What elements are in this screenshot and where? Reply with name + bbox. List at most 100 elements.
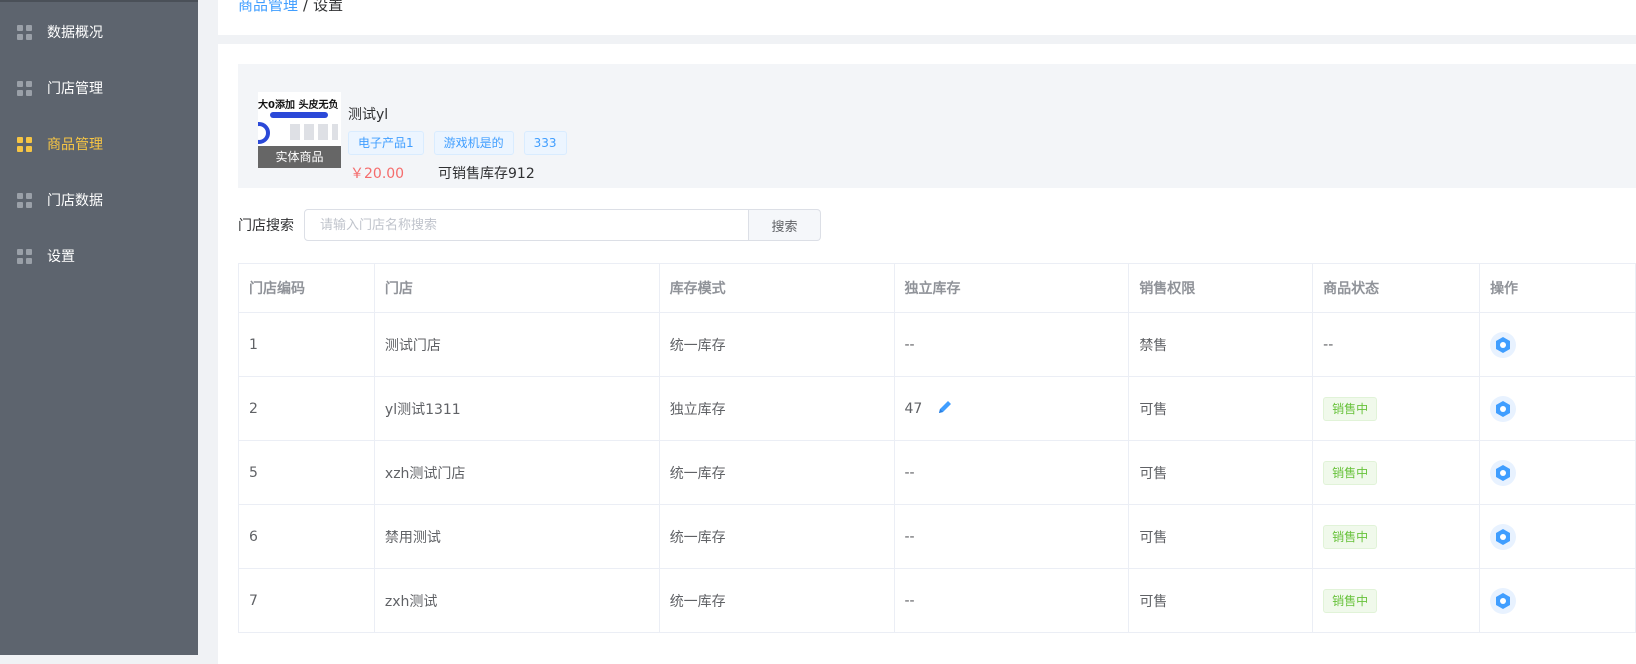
breadcrumb-current: 设置 <box>313 0 344 14</box>
cell-stock-mode: 统一库存 <box>658 504 895 569</box>
product-tags: 电子产品1 游戏机是的 333 <box>348 131 567 155</box>
cell-stock-mode: 统一库存 <box>658 568 895 633</box>
breadcrumb-link-product-management[interactable]: 商品管理 <box>238 0 298 14</box>
breadcrumb-separator: / <box>303 0 309 14</box>
grid-icon <box>17 80 32 96</box>
sidebar-item-store-management[interactable]: 门店管理 <box>0 60 198 116</box>
cell-code: 6 <box>238 504 375 569</box>
settings-hexagon-icon[interactable] <box>1490 523 1517 550</box>
sidebar-item-settings[interactable]: 设置 <box>0 228 198 284</box>
sidebar-item-label: 商品管理 <box>47 137 103 153</box>
column-header-actions: 操作 <box>1479 263 1636 313</box>
edit-pencil-icon[interactable] <box>937 399 953 419</box>
sidebar-item-label: 门店数据 <box>47 193 103 209</box>
cell-product-status: 销售中 <box>1312 440 1481 505</box>
sidebar-item-store-data[interactable]: 门店数据 <box>0 172 198 228</box>
independent-stock-value: 47 <box>904 400 923 417</box>
table-row: 6 禁用测试 统一库存 -- 可售 销售中 <box>238 504 1636 569</box>
settings-hexagon-icon[interactable] <box>1490 587 1517 614</box>
product-tag: 电子产品1 <box>348 131 424 155</box>
cell-actions <box>1479 312 1636 377</box>
thumbnail-banner <box>270 112 328 118</box>
settings-hexagon-icon[interactable] <box>1490 331 1517 358</box>
cell-actions <box>1479 376 1636 441</box>
product-sellable-stock: 可销售库存912 <box>438 166 535 182</box>
column-header-stock-mode: 库存模式 <box>658 263 895 313</box>
cell-code: 1 <box>238 312 375 377</box>
product-price: ￥20.00 <box>350 166 405 182</box>
sidebar-top-divider <box>0 0 198 2</box>
product-thumbnail: 大0添加 头皮无负 实体商品 <box>258 92 341 168</box>
cell-sales-permission: 可售 <box>1128 504 1314 569</box>
thumbnail-text: 大0添加 头皮无负 <box>258 100 339 111</box>
sidebar: 数据概况 门店管理 商品管理 门店数据 设置 <box>0 0 198 655</box>
column-header-independent-stock: 独立库存 <box>893 263 1130 313</box>
cell-store: 测试门店 <box>373 312 660 377</box>
cell-stock-mode: 统一库存 <box>658 440 895 505</box>
table-row: 5 xzh测试门店 统一库存 -- 可售 销售中 <box>238 440 1636 505</box>
cell-independent-stock: 47 <box>893 376 1130 441</box>
status-badge: 销售中 <box>1323 396 1378 421</box>
cell-independent-stock: -- <box>893 504 1130 569</box>
status-badge: 销售中 <box>1323 588 1378 613</box>
cell-independent-stock: -- <box>893 568 1130 633</box>
thumbnail-circle-graphic <box>258 122 270 144</box>
breadcrumb: 商品管理 / 设置 <box>238 0 343 15</box>
grid-icon <box>17 192 32 208</box>
table-row: 7 zxh测试 统一库存 -- 可售 销售中 <box>238 568 1636 633</box>
product-name: 测试yl <box>348 107 389 123</box>
grid-icon <box>17 136 32 152</box>
page-header: 商品管理 / 设置 <box>218 0 1636 35</box>
sidebar-item-product-management[interactable]: 商品管理 <box>0 116 198 172</box>
product-tag: 游戏机是的 <box>433 131 514 155</box>
store-search-input[interactable] <box>304 209 749 241</box>
content-panel: 大0添加 头皮无负 实体商品 测试yl 电子产品1 游戏机是的 333 ￥20.… <box>218 44 1636 664</box>
settings-hexagon-icon[interactable] <box>1490 459 1517 486</box>
grid-icon <box>17 24 32 40</box>
table-header-row: 门店编码 门店 库存模式 独立库存 销售权限 商品状态 操作 <box>238 263 1636 313</box>
cell-product-status: 销售中 <box>1312 568 1481 633</box>
status-badge: 销售中 <box>1323 524 1378 549</box>
cell-actions <box>1479 440 1636 505</box>
search-button[interactable]: 搜索 <box>749 209 821 241</box>
cell-store: zxh测试 <box>373 568 660 633</box>
cell-store: xzh测试门店 <box>373 440 660 505</box>
cell-stock-mode: 统一库存 <box>658 312 895 377</box>
cell-sales-permission: 可售 <box>1128 376 1314 441</box>
cell-code: 5 <box>238 440 375 505</box>
cell-sales-permission: 禁售 <box>1128 312 1314 377</box>
table-row: 1 测试门店 统一库存 -- 禁售 -- <box>238 312 1636 377</box>
main-area: 商品管理 / 设置 大0添加 头皮无负 实体商品 测试yl 电子产品1 游戏机是的 … <box>198 0 1636 664</box>
product-card: 大0添加 头皮无负 实体商品 测试yl 电子产品1 游戏机是的 333 ￥20.… <box>238 64 1636 188</box>
sidebar-item-label: 门店管理 <box>47 81 103 97</box>
sidebar-item-label: 数据概况 <box>47 25 103 41</box>
cell-code: 7 <box>238 568 375 633</box>
cell-store: yl测试1311 <box>373 376 660 441</box>
cell-product-status: 销售中 <box>1312 504 1481 569</box>
cell-store: 禁用测试 <box>373 504 660 569</box>
search-label: 门店搜索 <box>238 218 294 234</box>
cell-independent-stock: -- <box>893 312 1130 377</box>
cell-sales-permission: 可售 <box>1128 440 1314 505</box>
cell-independent-stock: -- <box>893 440 1130 505</box>
cell-actions <box>1479 504 1636 569</box>
cell-actions <box>1479 568 1636 633</box>
cell-code: 2 <box>238 376 375 441</box>
cell-product-status: 销售中 <box>1312 376 1481 441</box>
column-header-code: 门店编码 <box>238 263 375 313</box>
cell-product-status: -- <box>1312 312 1481 377</box>
store-search-row: 门店搜索 搜索 <box>238 209 821 241</box>
grid-icon <box>17 248 32 264</box>
product-tag: 333 <box>523 131 567 155</box>
thumbnail-dots-graphic <box>290 124 338 140</box>
cell-stock-mode: 独立库存 <box>658 376 895 441</box>
table-row: 2 yl测试1311 独立库存 47 可售 销售中 <box>238 376 1636 441</box>
settings-hexagon-icon[interactable] <box>1490 395 1517 422</box>
sidebar-item-overview[interactable]: 数据概况 <box>0 4 198 60</box>
status-badge: 销售中 <box>1323 460 1378 485</box>
column-header-product-status: 商品状态 <box>1312 263 1481 313</box>
column-header-sales-permission: 销售权限 <box>1128 263 1314 313</box>
column-header-store: 门店 <box>373 263 660 313</box>
sidebar-item-label: 设置 <box>47 249 75 265</box>
store-table: 门店编码 门店 库存模式 独立库存 销售权限 商品状态 操作 1 测试门店 统一… <box>238 263 1636 633</box>
